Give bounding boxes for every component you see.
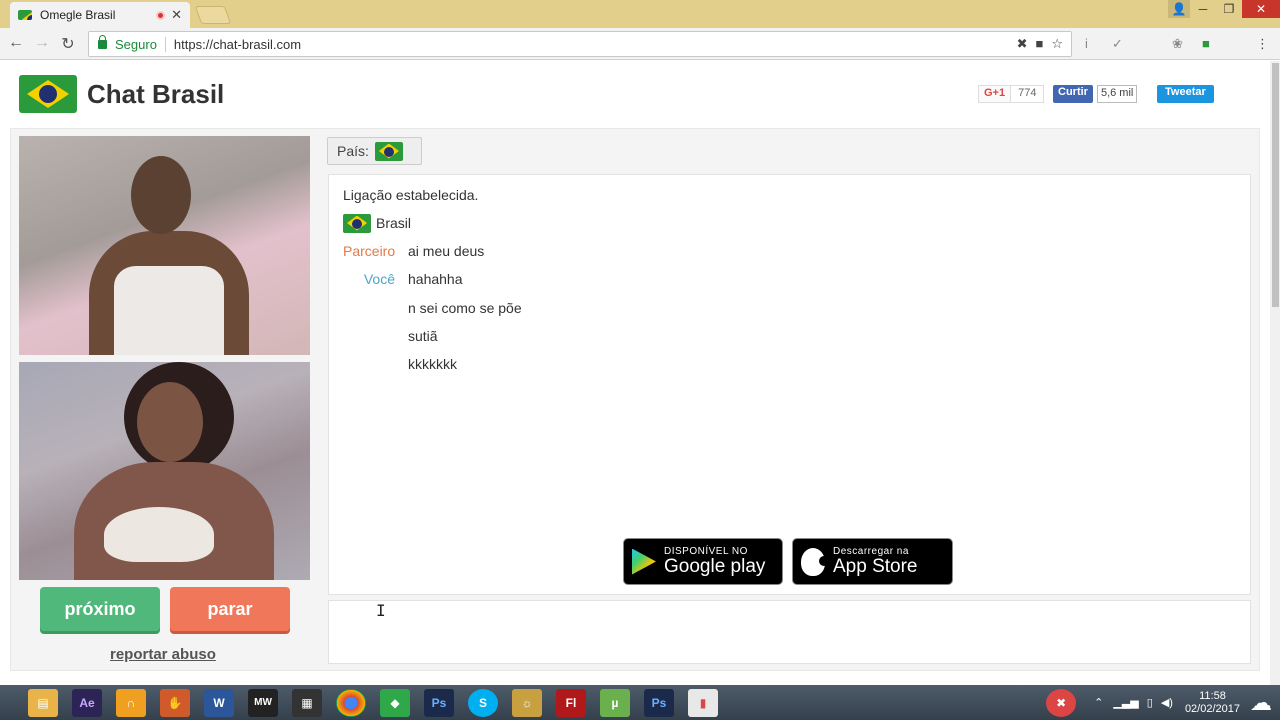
gplus-count: 774 [1011, 85, 1045, 103]
message-text: n sei como se põe [408, 300, 522, 316]
brazil-flag-icon [18, 10, 32, 20]
window-controls: 👤 ─ ❐ ✕ [1168, 0, 1280, 20]
report-abuse-link[interactable]: reportar abuso [110, 646, 216, 663]
country-label: País: [337, 143, 369, 159]
headphones-app-icon[interactable]: ∩ [116, 688, 146, 717]
check-extension-icon[interactable]: ✓ [1112, 36, 1123, 52]
message-sender: Você [363, 271, 395, 287]
plugin-blocked-icon[interactable]: ✖ [1017, 36, 1028, 52]
browser-titlebar: Omegle Brasil ✕ 👤 ─ ❐ ✕ [0, 0, 1280, 28]
app-store-badge[interactable]: Descarregar na App Store [792, 538, 953, 585]
address-bar[interactable]: Seguro https://chat-brasil.com ✖ ■ ☆ [88, 31, 1072, 57]
skype-icon[interactable]: S [468, 688, 498, 717]
mw-app-icon[interactable]: MW [248, 688, 278, 717]
chat-message: Parceiro ai meu deus [343, 241, 484, 261]
chat-message: Você hahahha [343, 269, 463, 289]
connection-status: Ligação estabelecida. [343, 187, 479, 203]
brazil-flag-icon [343, 213, 371, 233]
chat-message: sutiã [343, 326, 438, 346]
flash-icon[interactable]: Fl [556, 688, 586, 717]
apple-icon [801, 547, 829, 576]
system-tray: ✖ ⌃ ▁▃▅ ▯ ◀) 11:58 02/02/2017 ☁ [1046, 685, 1280, 720]
recording-icon [156, 10, 166, 20]
facebook-like-widget[interactable]: Curtir 5,6 mil [1053, 85, 1138, 103]
chrome-icon[interactable] [336, 688, 366, 717]
forward-arrow-icon[interactable]: → [32, 34, 52, 52]
omnibox-icons: ✖ ■ ☆ [1017, 36, 1071, 52]
shield-extension-icon[interactable]: ■ [1202, 36, 1210, 51]
utorrent-icon[interactable]: µ [600, 688, 630, 717]
file-explorer-icon[interactable]: ▤ [28, 688, 58, 717]
photoshop-icon[interactable]: Ps [424, 688, 454, 717]
twitter-widget[interactable]: Tweetar [1157, 85, 1214, 103]
message-sender: Parceiro [343, 243, 396, 259]
facebook-like-count: 5,6 mil [1096, 85, 1138, 103]
tab-close-icon[interactable]: ✕ [171, 7, 182, 23]
google-play-icon [632, 548, 656, 575]
minimize-button[interactable]: ─ [1190, 0, 1216, 18]
back-arrow-icon[interactable]: ← [6, 34, 26, 52]
notification-app-icon[interactable]: ✖ [1046, 688, 1077, 717]
gplus-button[interactable]: G+1 [978, 85, 1012, 103]
url-text[interactable]: https://chat-brasil.com [166, 37, 1017, 52]
after-effects-icon[interactable]: Ae [72, 688, 102, 717]
browser-tab[interactable]: Omegle Brasil ✕ [10, 2, 190, 28]
brazil-flag-logo [19, 75, 77, 113]
gplus-widget[interactable]: G+1 774 [978, 85, 1045, 103]
cloud-icon[interactable]: ☁ [1250, 690, 1272, 716]
sims-icon[interactable]: ◆ [380, 688, 410, 717]
secure-label: Seguro [115, 36, 166, 52]
photoshop-icon[interactable]: Ps [644, 688, 674, 717]
text-cursor-icon: I [376, 601, 386, 620]
new-tab-button[interactable] [194, 6, 232, 24]
page-scrollbar[interactable] [1270, 61, 1280, 685]
chat-message: kkkkkkk [343, 354, 457, 374]
chat-message: n sei como se põe [343, 298, 522, 318]
page: Chat Brasil G+1 774 Curtir 5,6 mil Tweet… [0, 61, 1270, 685]
user-profile-icon[interactable]: 👤 [1168, 0, 1190, 18]
site-title: Chat Brasil [87, 79, 225, 109]
windows-taskbar: ▤ Ae ∩ ✋ W MW ▦ ◆ Ps S ☼ Fl µ Ps ▮ ✖ ⌃ ▁… [0, 685, 1280, 720]
dancer-app-icon[interactable]: ☼ [512, 688, 542, 717]
tab-title: Omegle Brasil [40, 8, 116, 22]
next-button[interactable]: próximo [40, 587, 160, 631]
restore-button[interactable]: ❐ [1216, 0, 1242, 18]
message-text: hahahha [408, 271, 463, 287]
info-extension-icon[interactable]: i [1085, 36, 1088, 51]
hand-app-icon[interactable]: ✋ [160, 688, 190, 717]
message-text: sutiã [408, 328, 438, 344]
menu-icon[interactable]: ⋮ [1256, 36, 1269, 52]
country-selector[interactable]: País: [327, 137, 422, 165]
stranger-video [19, 136, 310, 355]
battery-icon[interactable]: ▯ [1147, 696, 1153, 709]
word-icon[interactable]: W [204, 688, 234, 717]
brazil-flag-icon [374, 141, 403, 161]
lock-icon [98, 34, 107, 49]
presentation-app-icon[interactable]: ▮ [688, 688, 718, 717]
video-editor-icon[interactable]: ▦ [292, 688, 322, 717]
network-icon[interactable]: ▁▃▅ [1113, 696, 1138, 709]
partner-country: Brasil [343, 213, 411, 233]
chat-log: Ligação estabelecida. Brasil Parceiro ai… [328, 174, 1251, 595]
reload-icon[interactable]: ↻ [58, 34, 78, 54]
camera-icon[interactable]: ■ [1035, 36, 1043, 52]
message-text: ai meu deus [408, 243, 485, 259]
flower-extension-icon[interactable]: ❀ [1172, 36, 1183, 52]
message-text: kkkkkkk [408, 356, 457, 372]
clock[interactable]: 11:58 02/02/2017 [1185, 690, 1240, 716]
star-icon[interactable]: ☆ [1051, 36, 1063, 52]
self-video [19, 362, 310, 580]
chat-input[interactable] [328, 600, 1251, 664]
tweet-button[interactable]: Tweetar [1157, 85, 1214, 103]
show-hidden-icons-icon[interactable]: ⌃ [1094, 696, 1103, 709]
google-play-badge[interactable]: DISPONÍVEL NO Google play [623, 538, 783, 585]
close-window-button[interactable]: ✕ [1242, 0, 1280, 18]
browser-toolbar: ← → ↻ Seguro https://chat-brasil.com ✖ ■… [0, 28, 1280, 60]
facebook-like-button[interactable]: Curtir [1053, 85, 1093, 103]
volume-icon[interactable]: ◀) [1161, 696, 1173, 709]
stop-button[interactable]: parar [170, 587, 290, 631]
